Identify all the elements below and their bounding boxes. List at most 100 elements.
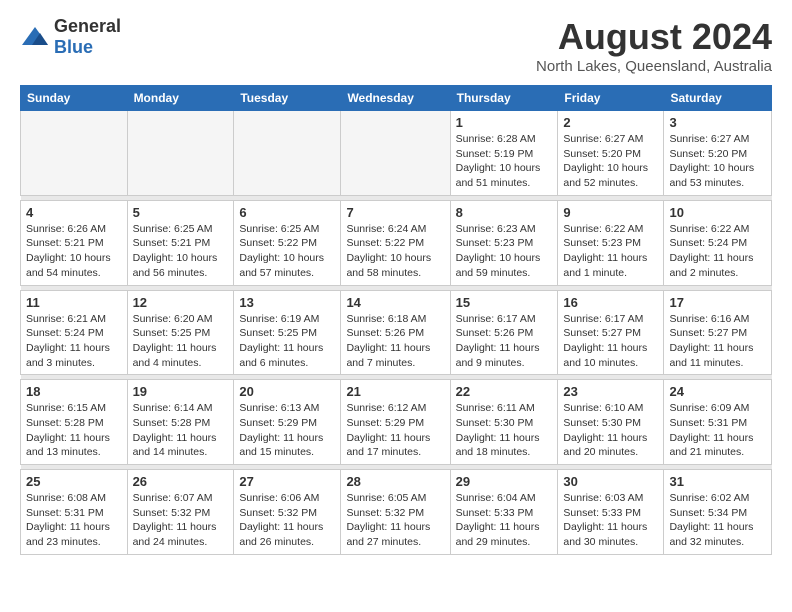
calendar-week-row: 11 Sunrise: 6:21 AMSunset: 5:24 PMDayligh… [21,290,772,375]
calendar-cell: 10 Sunrise: 6:22 AMSunset: 5:24 PMDayligh… [664,200,772,285]
day-number: 16 [563,295,658,310]
day-info: Sunrise: 6:19 AMSunset: 5:25 PMDaylight:… [239,312,335,371]
day-info: Sunrise: 6:22 AMSunset: 5:24 PMDaylight:… [669,222,766,281]
day-info: Sunrise: 6:10 AMSunset: 5:30 PMDaylight:… [563,401,658,460]
calendar-cell: 27Sunrise: 6:06 AMSunset: 5:32 PMDayligh… [234,470,341,555]
day-number: 25 [26,474,122,489]
calendar-cell: 9Sunrise: 6:22 AMSunset: 5:23 PMDaylight… [558,200,664,285]
calendar-cell: 29 Sunrise: 6:04 AMSunset: 5:33 PMDayligh… [450,470,558,555]
day-info: Sunrise: 6:14 AMSunset: 5:28 PMDaylight:… [133,401,229,460]
day-number: 14 [346,295,444,310]
day-info: Sunrise: 6:02 AMSunset: 5:34 PMDaylight:… [669,491,766,550]
calendar-cell: 21 Sunrise: 6:12 AMSunset: 5:29 PMDayligh… [341,380,450,465]
calendar-cell: 13 Sunrise: 6:19 AMSunset: 5:25 PMDayligh… [234,290,341,375]
calendar-week-row: 18Sunrise: 6:15 AMSunset: 5:28 PMDayligh… [21,380,772,465]
title-block: August 2024 North Lakes, Queensland, Aus… [536,16,772,75]
day-info: Sunrise: 6:26 AMSunset: 5:21 PMDaylight:… [26,222,122,281]
weekday-header: Tuesday [234,86,341,111]
calendar-cell [234,111,341,196]
calendar-cell: 4 Sunrise: 6:26 AMSunset: 5:21 PMDaylight… [21,200,128,285]
day-number: 8 [456,205,553,220]
calendar-cell: 23 Sunrise: 6:10 AMSunset: 5:30 PMDayligh… [558,380,664,465]
logo-icon [20,25,50,49]
calendar-cell: 14Sunrise: 6:18 AMSunset: 5:26 PMDayligh… [341,290,450,375]
day-info: Sunrise: 6:04 AMSunset: 5:33 PMDaylight:… [456,491,553,550]
calendar-cell: 11 Sunrise: 6:21 AMSunset: 5:24 PMDayligh… [21,290,128,375]
calendar-cell: 22Sunrise: 6:11 AMSunset: 5:30 PMDayligh… [450,380,558,465]
day-number: 24 [669,384,766,399]
day-number: 7 [346,205,444,220]
day-info: Sunrise: 6:17 AMSunset: 5:27 PMDaylight:… [563,312,658,371]
day-info: Sunrise: 6:08 AMSunset: 5:31 PMDaylight:… [26,491,122,550]
day-info: Sunrise: 6:17 AMSunset: 5:26 PMDaylight:… [456,312,553,371]
day-number: 15 [456,295,553,310]
weekday-header: Saturday [664,86,772,111]
calendar-cell: 24Sunrise: 6:09 AMSunset: 5:31 PMDayligh… [664,380,772,465]
calendar-cell: 16 Sunrise: 6:17 AMSunset: 5:27 PMDayligh… [558,290,664,375]
calendar-cell [127,111,234,196]
day-number: 28 [346,474,444,489]
calendar-cell: 8 Sunrise: 6:23 AMSunset: 5:23 PMDaylight… [450,200,558,285]
day-number: 2 [563,115,658,130]
calendar-cell: 31Sunrise: 6:02 AMSunset: 5:34 PMDayligh… [664,470,772,555]
day-number: 13 [239,295,335,310]
day-number: 11 [26,295,122,310]
calendar-cell: 3 Sunrise: 6:27 AMSunset: 5:20 PMDaylight… [664,111,772,196]
day-info: Sunrise: 6:13 AMSunset: 5:29 PMDaylight:… [239,401,335,460]
day-number: 19 [133,384,229,399]
day-number: 29 [456,474,553,489]
day-number: 30 [563,474,658,489]
day-number: 4 [26,205,122,220]
weekday-header: Friday [558,86,664,111]
day-number: 6 [239,205,335,220]
calendar-cell [21,111,128,196]
day-number: 5 [133,205,229,220]
calendar-cell: 20 Sunrise: 6:13 AMSunset: 5:29 PMDayligh… [234,380,341,465]
calendar-cell: 1 Sunrise: 6:28 AMSunset: 5:19 PMDaylight… [450,111,558,196]
day-info: Sunrise: 6:22 AMSunset: 5:23 PMDaylight:… [563,222,658,281]
calendar-cell [341,111,450,196]
calendar-cell: 17Sunrise: 6:16 AMSunset: 5:27 PMDayligh… [664,290,772,375]
calendar-cell: 25 Sunrise: 6:08 AMSunset: 5:31 PMDayligh… [21,470,128,555]
calendar-week-row: 25 Sunrise: 6:08 AMSunset: 5:31 PMDayligh… [21,470,772,555]
calendar-cell: 5 Sunrise: 6:25 AMSunset: 5:21 PMDaylight… [127,200,234,285]
page-header: General Blue August 2024 North Lakes, Qu… [20,16,772,75]
day-info: Sunrise: 6:20 AMSunset: 5:25 PMDaylight:… [133,312,229,371]
day-info: Sunrise: 6:24 AMSunset: 5:22 PMDaylight:… [346,222,444,281]
day-number: 18 [26,384,122,399]
day-info: Sunrise: 6:16 AMSunset: 5:27 PMDaylight:… [669,312,766,371]
calendar-cell: 26Sunrise: 6:07 AMSunset: 5:32 PMDayligh… [127,470,234,555]
day-number: 21 [346,384,444,399]
day-number: 1 [456,115,553,130]
day-info: Sunrise: 6:27 AMSunset: 5:20 PMDaylight:… [669,132,766,191]
weekday-header: Wednesday [341,86,450,111]
calendar-header-row: SundayMondayTuesdayWednesdayThursdayFrid… [21,86,772,111]
calendar-cell: 30 Sunrise: 6:03 AMSunset: 5:33 PMDayligh… [558,470,664,555]
day-number: 20 [239,384,335,399]
weekday-header: Monday [127,86,234,111]
day-number: 3 [669,115,766,130]
day-info: Sunrise: 6:28 AMSunset: 5:19 PMDaylight:… [456,132,553,191]
day-number: 10 [669,205,766,220]
day-info: Sunrise: 6:12 AMSunset: 5:29 PMDaylight:… [346,401,444,460]
day-info: Sunrise: 6:25 AMSunset: 5:21 PMDaylight:… [133,222,229,281]
calendar-cell: 12 Sunrise: 6:20 AMSunset: 5:25 PMDayligh… [127,290,234,375]
day-info: Sunrise: 6:23 AMSunset: 5:23 PMDaylight:… [456,222,553,281]
location: North Lakes, Queensland, Australia [536,58,772,75]
day-number: 12 [133,295,229,310]
weekday-header: Thursday [450,86,558,111]
day-number: 26 [133,474,229,489]
day-info: Sunrise: 6:27 AMSunset: 5:20 PMDaylight:… [563,132,658,191]
calendar-cell: 18Sunrise: 6:15 AMSunset: 5:28 PMDayligh… [21,380,128,465]
weekday-header: Sunday [21,86,128,111]
calendar-cell: 28 Sunrise: 6:05 AMSunset: 5:32 PMDayligh… [341,470,450,555]
calendar-week-row: 4 Sunrise: 6:26 AMSunset: 5:21 PMDaylight… [21,200,772,285]
day-number: 23 [563,384,658,399]
day-info: Sunrise: 6:21 AMSunset: 5:24 PMDaylight:… [26,312,122,371]
day-info: Sunrise: 6:06 AMSunset: 5:32 PMDaylight:… [239,491,335,550]
calendar-body: 1 Sunrise: 6:28 AMSunset: 5:19 PMDaylight… [21,111,772,555]
day-info: Sunrise: 6:25 AMSunset: 5:22 PMDaylight:… [239,222,335,281]
calendar-cell: 6 Sunrise: 6:25 AMSunset: 5:22 PMDaylight… [234,200,341,285]
day-info: Sunrise: 6:03 AMSunset: 5:33 PMDaylight:… [563,491,658,550]
day-info: Sunrise: 6:05 AMSunset: 5:32 PMDaylight:… [346,491,444,550]
